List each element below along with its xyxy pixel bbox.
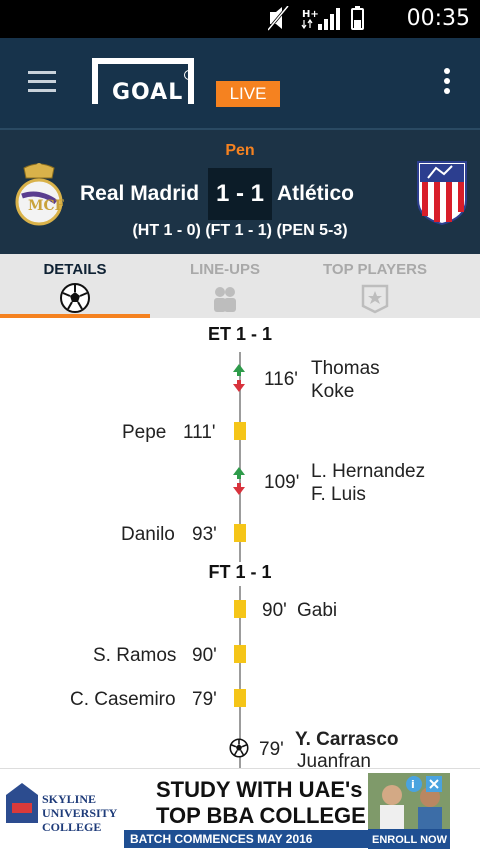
event-minute: 111': [183, 422, 216, 443]
event-minute: 93': [192, 524, 217, 545]
goal-scorer[interactable]: Y. Carrasco: [295, 729, 399, 751]
goal-ball-icon: [229, 738, 249, 764]
svg-text:MCF: MCF: [28, 198, 64, 214]
substitution-icon: [231, 364, 247, 398]
goal-logo: GOAL: [92, 58, 206, 108]
ad-brand-line3: COLLEGE: [42, 820, 101, 834]
ad-cta: ENROLL NOW: [372, 834, 448, 846]
match-header: Pen MCF Real Madrid 1 - 1 Atlético (HT 1…: [0, 128, 480, 256]
event-minute: 79': [259, 739, 284, 760]
ad-headline2: TOP BBA COLLEGE: [156, 803, 366, 828]
event-minute: 109': [264, 472, 300, 493]
star-badge-icon: [359, 282, 391, 314]
more-options-icon[interactable]: [444, 68, 450, 98]
event-minute: 90': [262, 600, 287, 621]
ad-brand-line1: SKYLINE: [42, 792, 96, 806]
event-minute: 90': [192, 645, 217, 666]
ad-close-icon: [426, 776, 442, 792]
player-out[interactable]: Koke: [311, 381, 354, 403]
ad-brand-line2: UNIVERSITY: [42, 806, 118, 820]
ad-headline1: STUDY WITH UAE's: [156, 777, 363, 802]
match-status: Pen: [225, 142, 255, 159]
player-name[interactable]: Danilo: [121, 524, 175, 546]
event-minute: 116': [264, 369, 298, 390]
yellow-card-icon: [234, 524, 246, 542]
event-minute: 79': [192, 689, 217, 710]
tab-top-players[interactable]: TOP PLAYERS: [300, 254, 450, 318]
ad-creative[interactable]: SKYLINE UNIVERSITY COLLEGE STUDY WITH UA…: [0, 773, 450, 849]
yellow-card-icon: [234, 600, 246, 618]
tab-label: DETAILS: [43, 261, 107, 278]
score-detail: (HT 1 - 0) (FT 1 - 1) (PEN 5-3): [132, 222, 348, 239]
et-heading: ET 1 - 1: [0, 324, 480, 348]
active-tab-indicator: [0, 314, 150, 318]
svg-text:H+: H+: [302, 9, 319, 20]
app-bar: GOAL LIVE: [0, 38, 480, 128]
player-out[interactable]: F. Luis: [311, 484, 366, 506]
away-team-name: Atlético: [277, 182, 355, 205]
yellow-card-icon: [234, 689, 246, 707]
tab-bar: DETAILS LINE-UPS TOP PLAYERS: [0, 254, 480, 318]
tab-label: TOP PLAYERS: [323, 261, 427, 278]
ad-banner-text: BATCH COMMENCES MAY 2016: [130, 832, 313, 846]
home-team-name: Real Madrid: [80, 182, 200, 205]
live-badge: LIVE: [216, 81, 280, 107]
svg-text:i: i: [411, 778, 415, 791]
player-name[interactable]: S. Ramos: [93, 645, 176, 667]
tab-details[interactable]: DETAILS: [0, 254, 150, 318]
clock: 00:35: [406, 6, 470, 31]
tab-line-ups[interactable]: LINE-UPS: [150, 254, 300, 318]
yellow-card-icon: [234, 645, 246, 663]
player-name[interactable]: Pepe: [122, 422, 166, 444]
ad-info-icon: i: [406, 776, 422, 792]
battery-icon: [351, 6, 364, 30]
real-madrid-crest-icon: MCF: [14, 162, 66, 226]
mute-icon: [266, 5, 290, 31]
lineup-icon: [209, 282, 241, 314]
substitution-icon: [231, 467, 247, 501]
status-icons: H+: [266, 5, 388, 37]
score: 1 - 1: [208, 168, 272, 220]
yellow-card-icon: [234, 422, 246, 440]
player-name[interactable]: C. Casemiro: [70, 689, 176, 711]
status-bar: H+ 00:35: [0, 0, 480, 38]
player-in[interactable]: Thomas: [311, 358, 380, 380]
ft-heading: FT 1 - 1: [0, 562, 480, 586]
ad-banner[interactable]: SKYLINE UNIVERSITY COLLEGE STUDY WITH UA…: [0, 768, 480, 855]
tab-label: LINE-UPS: [189, 261, 260, 278]
menu-icon[interactable]: [28, 71, 56, 92]
soccer-ball-icon: [59, 282, 91, 314]
player-name[interactable]: Gabi: [297, 600, 337, 622]
player-in[interactable]: L. Hernandez: [311, 461, 425, 483]
atletico-crest-icon: [416, 160, 468, 226]
signal-icons: H+: [266, 5, 364, 31]
